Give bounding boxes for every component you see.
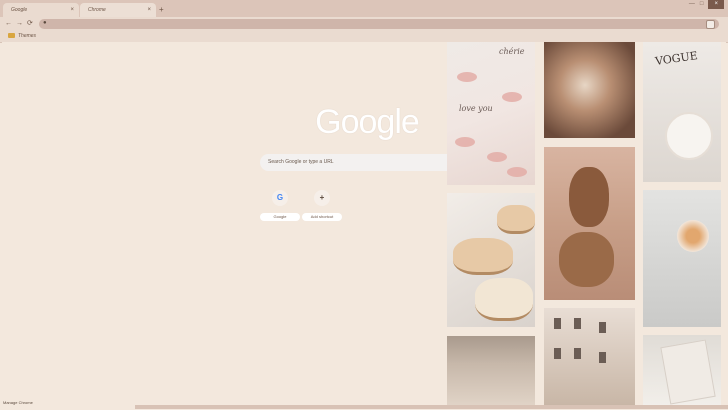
shortcut-label: Add shortcut — [302, 213, 342, 221]
folder-icon — [8, 33, 15, 39]
tab-google[interactable]: Google × — [3, 3, 79, 17]
theme-photo-macarons — [447, 193, 535, 327]
tab-title: Chrome — [88, 7, 106, 13]
theme-photo-letters: love you chérie — [447, 42, 535, 185]
new-tab-button[interactable]: + — [159, 3, 164, 17]
search-placeholder: Search Google or type a URL — [268, 159, 334, 165]
shortcut-add[interactable]: + Add shortcut — [302, 190, 342, 221]
reload-icon[interactable]: ⟳ — [27, 19, 33, 29]
theme-photo-book — [643, 335, 721, 406]
address-bar[interactable]: ● — [39, 19, 719, 29]
shortcut-google[interactable]: G Google — [260, 190, 300, 221]
search-box[interactable]: Search Google or type a URL — [260, 154, 470, 171]
theme-photo-glass — [643, 190, 721, 327]
shortcut-label: Google — [260, 213, 300, 221]
minimize-icon[interactable]: — — [689, 0, 695, 9]
horizontal-scrollbar[interactable] — [135, 405, 728, 409]
theme-photo-magazine: VOGUE — [643, 42, 721, 182]
photo-text: chérie — [499, 47, 525, 56]
maximize-icon[interactable]: □ — [700, 0, 704, 9]
back-arrow-icon[interactable]: ← — [5, 19, 12, 29]
tab-strip: Google × Chrome × + — □ × — [0, 0, 728, 17]
theme-photo-cubs — [544, 147, 635, 300]
search-icon: ● — [43, 20, 47, 26]
close-tab-icon[interactable]: × — [147, 3, 151, 17]
extension-icon[interactable] — [706, 20, 715, 29]
theme-photo-building — [544, 308, 635, 406]
close-tab-icon[interactable]: × — [70, 3, 74, 17]
window-controls: — □ × — [689, 0, 724, 9]
google-g-icon: G — [272, 190, 288, 206]
photo-text: VOGUE — [654, 49, 699, 68]
theme-photo-beach — [447, 336, 535, 406]
tab-chrome[interactable]: Chrome × — [80, 3, 156, 17]
plus-icon: + — [314, 190, 330, 206]
theme-photo-flowers — [544, 42, 635, 138]
photo-text: love you — [459, 104, 493, 113]
close-window-icon[interactable]: × — [708, 0, 724, 9]
forward-arrow-icon[interactable]: → — [16, 19, 23, 29]
tab-title: Google — [11, 7, 28, 13]
customize-chrome-link[interactable]: Manage Chrome — [3, 400, 33, 405]
google-logo: Google — [315, 103, 420, 141]
bookmark-themes[interactable]: Themes — [8, 32, 36, 41]
